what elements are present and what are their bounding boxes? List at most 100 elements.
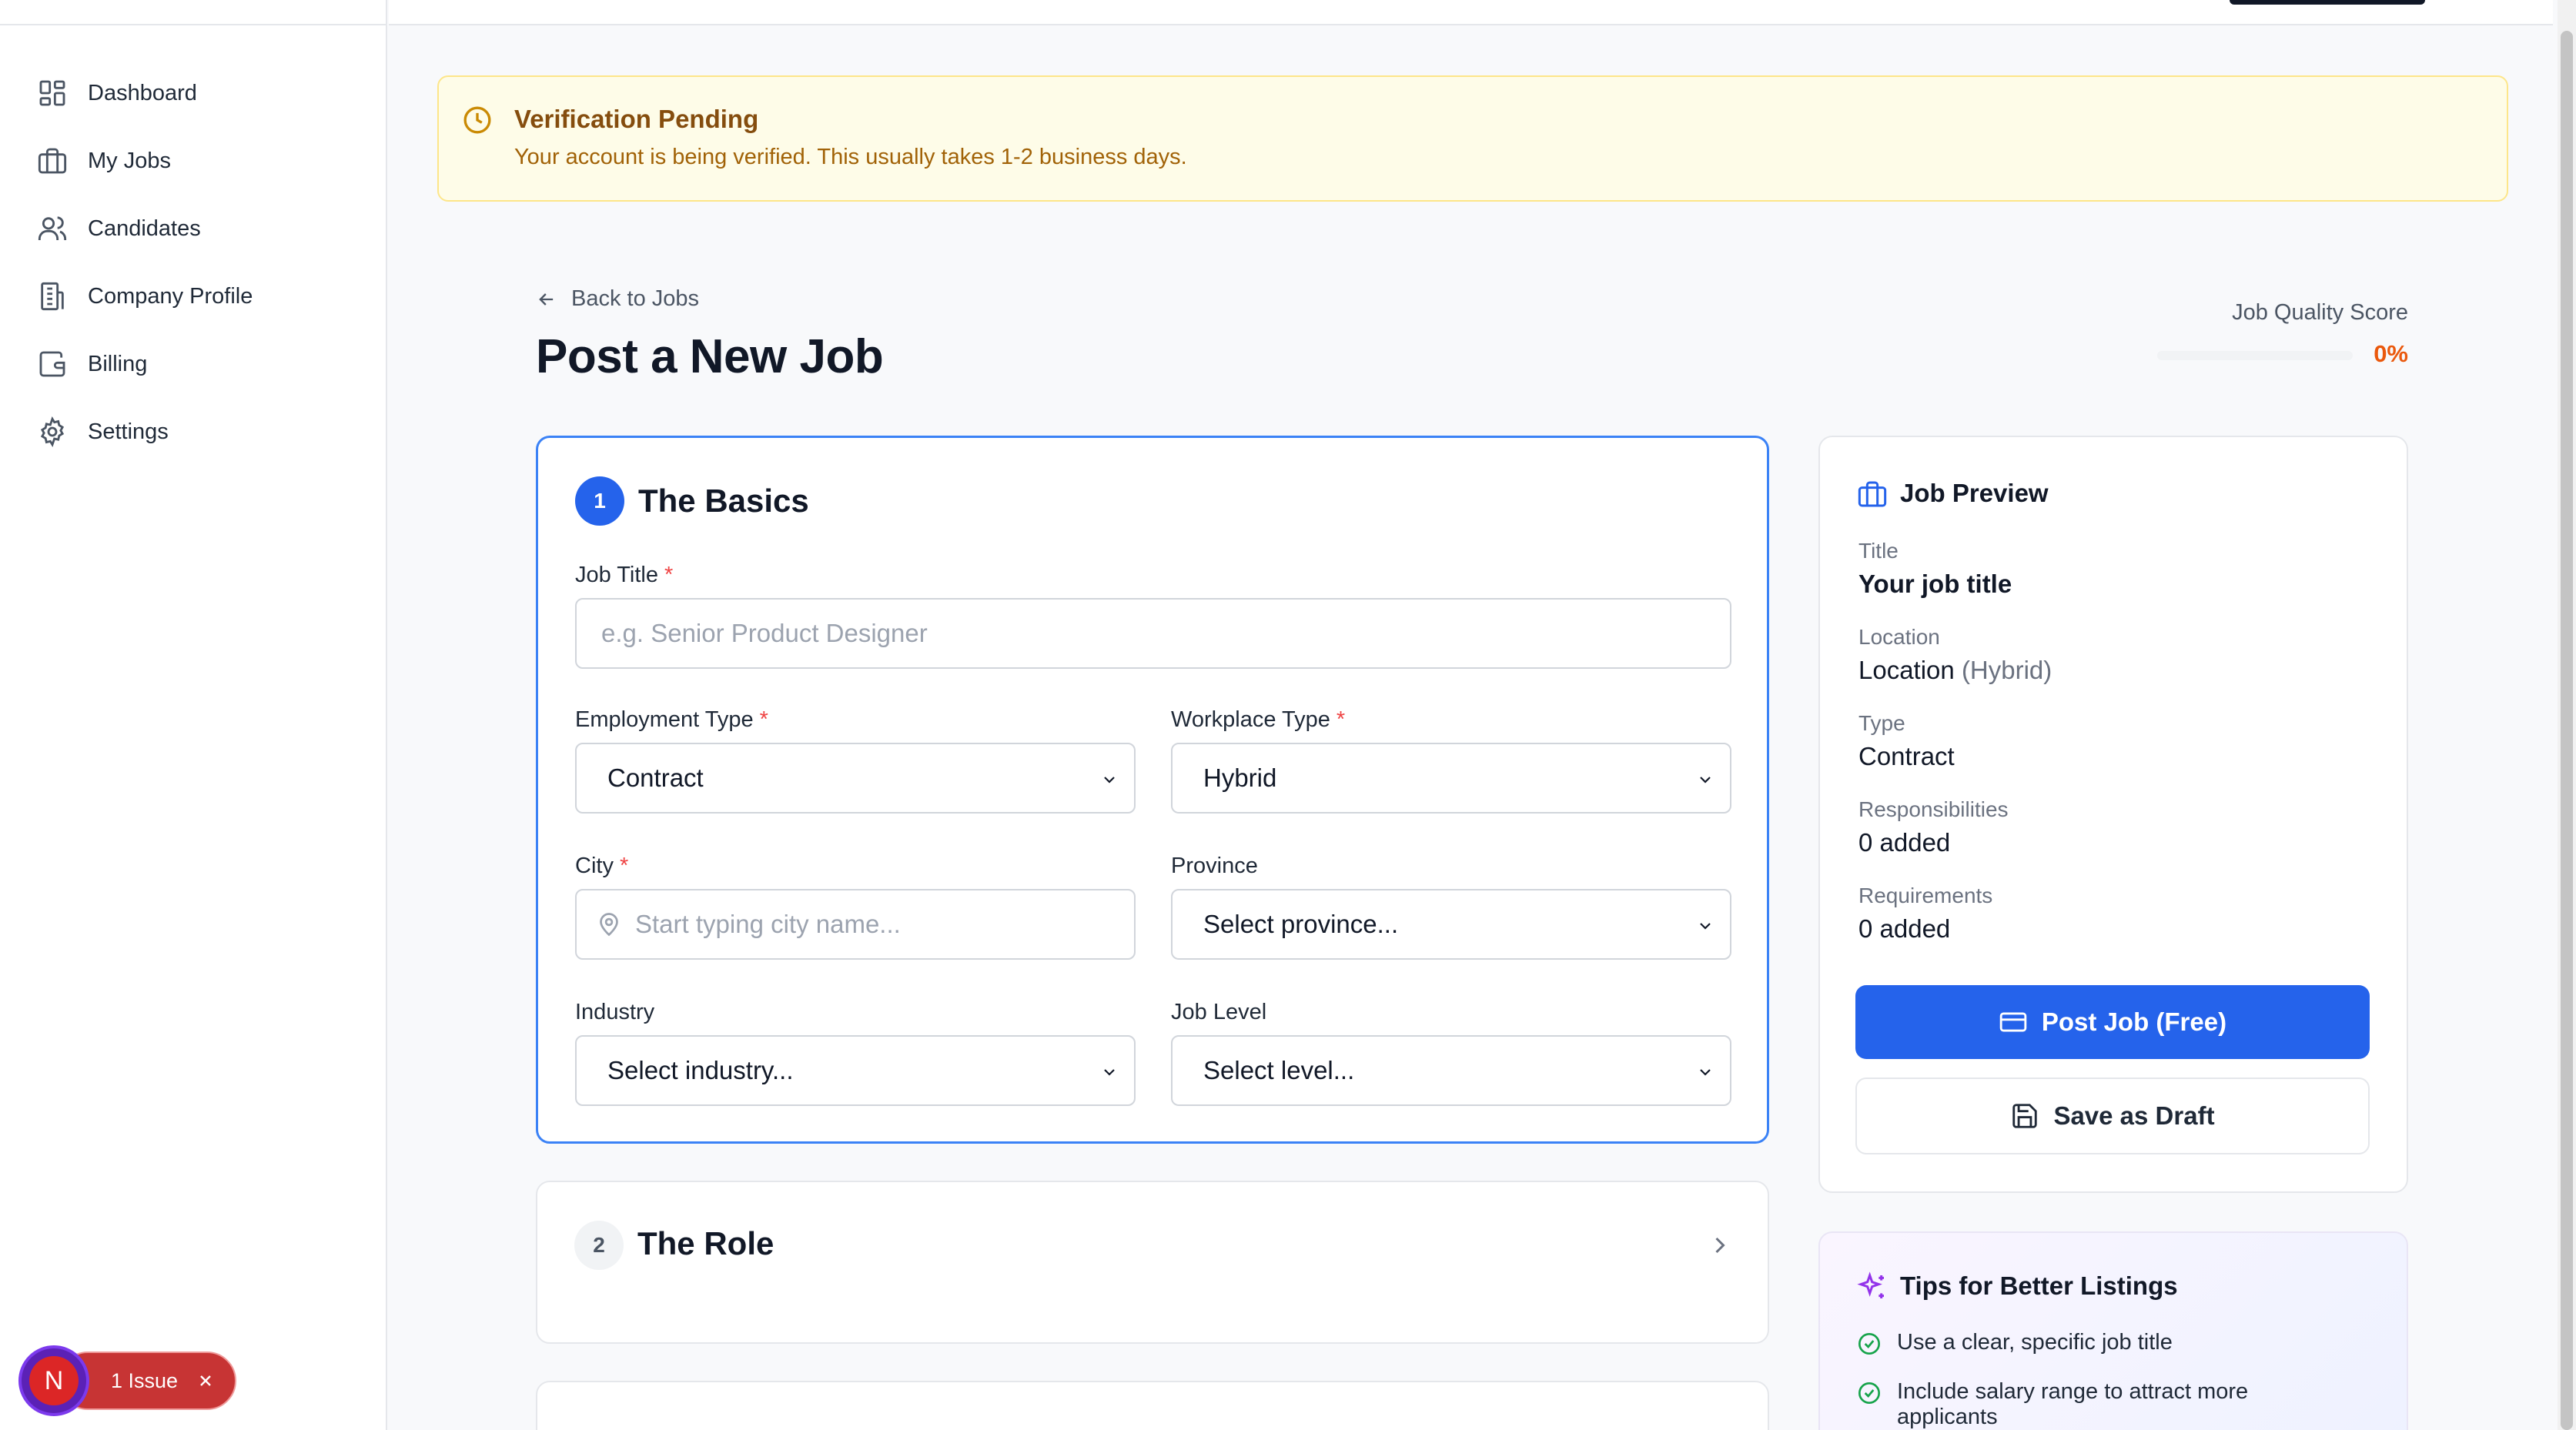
- industry-label: Industry: [575, 1000, 655, 1024]
- back-label: Back to Jobs: [571, 286, 700, 311]
- preview-title: Job Preview: [1900, 479, 2049, 507]
- placeholder: Start typing city name...: [635, 910, 901, 938]
- location-text: Location: [1858, 656, 1955, 684]
- label-text: City: [575, 854, 614, 878]
- preview-location-label: Location: [1858, 625, 1940, 649]
- sidebar-item-my-jobs[interactable]: My Jobs: [37, 142, 171, 180]
- preview-requirements-value: 0 added: [1858, 914, 1951, 943]
- top-bar: [389, 0, 2553, 25]
- close-icon[interactable]: [196, 1372, 215, 1390]
- required-mark: *: [619, 854, 629, 878]
- sidebar: Dashboard My Jobs Candidates Company Pro…: [0, 0, 387, 1430]
- label-text: Employment Type: [575, 707, 754, 732]
- preview-responsibilities-value: 0 added: [1858, 828, 1951, 857]
- preview-type-value: Contract: [1858, 742, 1955, 770]
- tip-item: Include salary range to attract more app…: [1857, 1379, 2319, 1430]
- wallet-icon: [39, 351, 65, 377]
- job-title-input[interactable]: e.g. Senior Product Designer: [575, 598, 1731, 669]
- verification-banner: Verification Pending Your account is bei…: [437, 75, 2508, 202]
- tip-item: Use a clear, specific job title: [1857, 1330, 2173, 1356]
- sidebar-item-label: Candidates: [88, 216, 201, 241]
- sidebar-item-candidates[interactable]: Candidates: [37, 209, 201, 248]
- users-icon: [38, 216, 67, 240]
- selected-value: Select level...: [1203, 1056, 1355, 1084]
- employment-type-select[interactable]: Contract: [575, 743, 1136, 814]
- scrollbar[interactable]: [2558, 0, 2576, 1430]
- banner-title: Verification Pending: [514, 105, 759, 133]
- sidebar-item-company-profile[interactable]: Company Profile: [37, 277, 253, 316]
- sidebar-item-label: Company Profile: [88, 283, 253, 309]
- next-section[interactable]: [536, 1381, 1769, 1430]
- quality-score-label: Job Quality Score: [2232, 300, 2408, 325]
- tips-card: Tips for Better Listings Use a clear, sp…: [1818, 1231, 2408, 1430]
- job-level-select[interactable]: Select level...: [1171, 1035, 1731, 1106]
- role-section[interactable]: 2 The Role: [536, 1181, 1769, 1344]
- step-badge: 2: [574, 1221, 624, 1270]
- preview-requirements-label: Requirements: [1858, 884, 1993, 907]
- preview-responsibilities-label: Responsibilities: [1858, 797, 2009, 821]
- preview-type-label: Type: [1858, 711, 1905, 735]
- sidebar-item-settings[interactable]: Settings: [37, 413, 169, 451]
- preview-location-value: Location (Hybrid): [1858, 656, 2052, 685]
- briefcase-icon: [1858, 481, 1887, 507]
- sidebar-item-billing[interactable]: Billing: [37, 345, 147, 383]
- issue-count: 1 Issue: [111, 1368, 179, 1392]
- sidebar-header: [0, 0, 386, 25]
- required-mark: *: [1336, 707, 1346, 732]
- sidebar-item-label: Settings: [88, 419, 169, 444]
- section-title: The Role: [637, 1225, 774, 1261]
- check-circle-icon: [1858, 1333, 1880, 1355]
- chevron-down-icon: [1700, 923, 1711, 930]
- chevron-down-icon: [1104, 777, 1115, 783]
- chevron-down-icon: [1104, 1069, 1115, 1076]
- building-icon: [41, 282, 64, 311]
- sidebar-item-label: My Jobs: [88, 148, 171, 173]
- preview-title-value: Your job title: [1858, 570, 2012, 598]
- quality-score-value: 0%: [2374, 340, 2408, 367]
- gear-icon: [40, 416, 65, 447]
- save-draft-label: Save as Draft: [2053, 1101, 2215, 1130]
- post-job-label: Post Job (Free): [2041, 1007, 2227, 1036]
- industry-select[interactable]: Select industry...: [575, 1035, 1136, 1106]
- label-text: Job Title: [575, 563, 658, 587]
- tip-text: Use a clear, specific job title: [1897, 1330, 2173, 1355]
- save-icon: [2012, 1104, 2038, 1128]
- save-draft-button[interactable]: Save as Draft: [1855, 1078, 2370, 1154]
- step-badge: 1: [575, 476, 624, 526]
- workplace-type-select[interactable]: Hybrid: [1171, 743, 1731, 814]
- placeholder: e.g. Senior Product Designer: [601, 619, 928, 647]
- workplace-suffix: (Hybrid): [1961, 656, 2052, 684]
- map-pin-icon: [600, 913, 618, 937]
- briefcase-icon: [38, 148, 67, 174]
- city-input[interactable]: Start typing city name...: [575, 889, 1136, 960]
- top-bar-button[interactable]: [2230, 0, 2425, 5]
- chevron-down-icon: [1700, 777, 1711, 783]
- avatar-letter: N: [29, 1356, 79, 1405]
- page-title: Post a New Job: [536, 330, 884, 383]
- banner-message: Your account is being verified. This usu…: [514, 145, 1187, 169]
- job-title-label: Job Title *: [575, 563, 673, 588]
- back-to-jobs-link[interactable]: Back to Jobs: [536, 286, 699, 312]
- dev-tools-avatar[interactable]: N: [18, 1345, 89, 1416]
- selected-value: Select province...: [1203, 910, 1399, 938]
- job-level-label: Job Level: [1171, 1000, 1267, 1024]
- selected-value: Contract: [607, 763, 704, 792]
- quality-score-bar: [2157, 351, 2353, 360]
- required-mark: *: [759, 707, 768, 732]
- check-circle-icon: [1858, 1382, 1880, 1404]
- basics-section: 1 The Basics Job Title * e.g. Senior Prod…: [536, 436, 1769, 1144]
- issue-indicator[interactable]: N 1 Issue: [18, 1345, 237, 1416]
- clock-icon: [463, 106, 491, 134]
- dashboard-icon: [39, 80, 65, 106]
- arrow-left-icon: [539, 292, 554, 306]
- sidebar-item-label: Billing: [88, 351, 148, 376]
- city-label: City *: [575, 854, 628, 879]
- sparkles-icon: [1857, 1271, 1884, 1298]
- scrollbar-thumb[interactable]: [2561, 31, 2573, 1430]
- province-label: Province: [1171, 854, 1258, 878]
- preview-title-label: Title: [1858, 539, 1899, 563]
- credit-card-icon: [1999, 1012, 2027, 1032]
- post-job-button[interactable]: Post Job (Free): [1855, 985, 2370, 1059]
- sidebar-item-dashboard[interactable]: Dashboard: [37, 74, 197, 112]
- province-select[interactable]: Select province...: [1171, 889, 1731, 960]
